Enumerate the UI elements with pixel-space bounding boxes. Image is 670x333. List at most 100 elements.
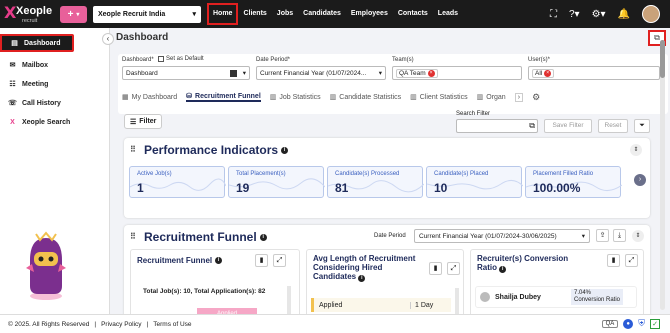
kpi-card-active-jobs[interactable]: Active Job(s) 1 xyxy=(129,166,226,198)
tab-my-dashboard[interactable]: ▦ My Dashboard xyxy=(122,93,178,102)
kpi-label: Placement Filled Ratio xyxy=(533,171,594,177)
expand-icon[interactable]: ⤢ xyxy=(447,262,460,275)
download-icon[interactable]: ⤓ xyxy=(613,229,626,242)
team-chip[interactable]: QA Team × xyxy=(396,68,438,78)
bar-chart-icon[interactable]: ▮ xyxy=(429,262,442,275)
collapse-icon[interactable]: ⇕ xyxy=(630,144,642,156)
kpi-value: 81 xyxy=(335,181,349,195)
kpi-value: 10 xyxy=(434,181,448,195)
open-icon[interactable]: ⧉ xyxy=(529,121,535,131)
nav-contacts[interactable]: Contacts xyxy=(393,3,433,25)
nav-candidates[interactable]: Candidates xyxy=(298,3,346,25)
tab-label: My Dashboard xyxy=(131,93,178,101)
expand-icon[interactable]: ⤢ xyxy=(625,254,638,267)
expand-icon[interactable]: ⤢ xyxy=(273,254,286,267)
bell-icon[interactable]: 🔔 xyxy=(618,9,630,20)
drag-handle-icon[interactable]: ⠿ xyxy=(130,232,136,241)
search-filter-input[interactable]: ⧉ xyxy=(456,119,538,133)
dashboard-select[interactable]: Dashboard ▾ xyxy=(122,66,250,80)
kpi-card-candidates-processed[interactable]: Candidate(s) Processed 81 xyxy=(327,166,424,198)
tab-job-statistics[interactable]: ▥ Job Statistics xyxy=(270,93,321,102)
sidebar-item-mailbox[interactable]: ✉ Mailbox xyxy=(0,56,109,74)
panel-title: Avg Length of Recruitment Considering Hi… xyxy=(313,254,425,282)
terms-link[interactable]: Terms of Use xyxy=(153,321,191,328)
tab-recruitment-funnel[interactable]: ⛁ Recruitment Funnel xyxy=(186,92,261,102)
users-select[interactable]: All × xyxy=(528,66,660,80)
save-filter-button[interactable]: Save Filter xyxy=(544,119,592,133)
footer: © 2025. All Rights Reserved | Privacy Po… xyxy=(0,314,670,333)
chevron-down-icon: ▾ xyxy=(242,70,246,77)
panel-title: Recruitment Funnel i xyxy=(137,256,223,265)
check-icon[interactable]: ✓ xyxy=(650,318,660,329)
kpi-value: 19 xyxy=(236,181,250,195)
date-period-select[interactable]: Current Financial Year (01/07/2024-30/06… xyxy=(414,229,590,243)
sidebar-item-xeople-search[interactable]: X Xeople Search xyxy=(0,113,109,131)
set-default-checkbox[interactable]: Set as Default xyxy=(158,56,204,62)
upload-icon[interactable]: ⇪ xyxy=(596,229,609,242)
performance-indicators-section: ⠿ Performance Indicators i ⇕ Active Job(… xyxy=(124,138,650,218)
footer-status: QA ● ⛨ ✓ xyxy=(601,318,660,329)
kpi-label: Total Placement(s) xyxy=(236,171,286,177)
info-icon[interactable]: i xyxy=(358,275,366,282)
sidebar-item-label: Meeting xyxy=(22,80,49,88)
next-arrow-icon[interactable]: › xyxy=(634,174,646,186)
gear-icon[interactable]: ⚙ xyxy=(532,92,540,103)
sidebar-item-label: Dashboard xyxy=(24,39,61,47)
info-icon[interactable]: i xyxy=(499,266,507,273)
user-status-icon[interactable]: ● xyxy=(623,318,634,329)
panel-title: Recruiter(s) Conversion Ratio i xyxy=(477,254,587,273)
list-item[interactable]: Shailja Dubey 7.04% Conversion Ratio xyxy=(475,286,637,308)
reset-button[interactable]: Reset xyxy=(598,119,628,133)
drag-handle-icon[interactable]: ⠿ xyxy=(130,145,136,154)
help-icon[interactable]: ?▾ xyxy=(569,9,580,20)
kpi-card-placement-filled-ratio[interactable]: Placement Filled Ratio 100.00% xyxy=(525,166,622,198)
page-scrollbar[interactable] xyxy=(660,40,665,310)
remove-icon[interactable]: × xyxy=(544,69,552,77)
scrollbar-thumb[interactable] xyxy=(660,40,665,78)
sidebar-item-call-history[interactable]: ☏ Call History xyxy=(0,94,109,112)
sidebar-item-meeting[interactable]: ☷ Meeting xyxy=(0,75,109,93)
mascot-illustration xyxy=(26,231,66,300)
team-select[interactable]: QA Team × xyxy=(392,66,522,80)
kpi-card-total-placements[interactable]: Total Placement(s) 19 xyxy=(228,166,325,198)
nav-home[interactable]: Home xyxy=(207,3,239,25)
section-title-text: Performance Indicators xyxy=(144,143,279,157)
tabs-scroll-right-icon[interactable]: › xyxy=(514,92,524,102)
plus-icon: + xyxy=(67,8,74,20)
date-period-label: Date Period xyxy=(374,233,406,239)
info-icon[interactable]: i xyxy=(281,146,289,154)
tab-organization[interactable]: ▥ Organ xyxy=(477,93,506,102)
fullscreen-icon[interactable]: ⛶ xyxy=(550,9,557,20)
settings-icon[interactable]: ⚙▾ xyxy=(592,9,606,20)
bar-chart-icon[interactable]: ▮ xyxy=(607,254,620,267)
checkbox-icon xyxy=(158,56,164,62)
tab-client-statistics[interactable]: ▥ Client Statistics xyxy=(410,93,467,102)
dashboard-icon: ▤ xyxy=(11,40,18,47)
avatar[interactable] xyxy=(642,5,660,23)
users-chip[interactable]: All × xyxy=(532,68,555,78)
sidebar-item-label: Mailbox xyxy=(22,61,49,69)
nav-employees[interactable]: Employees xyxy=(346,3,393,25)
collapse-icon[interactable]: ⇕ xyxy=(632,230,644,242)
remove-icon[interactable]: × xyxy=(427,69,435,77)
tab-candidate-statistics[interactable]: ▥ Candidate Statistics xyxy=(330,93,402,102)
kpi-card-candidates-placed[interactable]: Candidate(s) Placed 10 xyxy=(426,166,523,198)
sidebar-item-dashboard[interactable]: ▤ Dashboard xyxy=(0,34,74,52)
brand-logo[interactable]: X Xeople recruit xyxy=(4,0,56,28)
shield-icon[interactable]: ⛨ xyxy=(638,318,645,329)
bar-chart-icon[interactable]: ▮ xyxy=(255,254,268,267)
nav-leads[interactable]: Leads xyxy=(433,3,463,25)
funnel-icon[interactable]: ⏷ xyxy=(634,119,650,133)
nav-clients[interactable]: Clients xyxy=(238,3,271,25)
funnel-summary: Total Job(s): 10, Total Application(s): … xyxy=(143,288,266,295)
info-icon[interactable]: i xyxy=(259,233,267,241)
privacy-policy-link[interactable]: Privacy Policy xyxy=(101,321,141,328)
info-icon[interactable]: i xyxy=(215,257,223,264)
nav-jobs[interactable]: Jobs xyxy=(272,3,298,25)
date-period-select[interactable]: Current Financial Year (01/07/2024... ▾ xyxy=(256,66,386,80)
quick-add-button[interactable]: + ▾ xyxy=(60,5,87,23)
conversion-badge: 7.04% Conversion Ratio xyxy=(571,289,624,305)
filter-button[interactable]: ☰ Filter xyxy=(124,114,163,129)
team-chip-label: QA Team xyxy=(399,69,426,77)
tenant-select[interactable]: Xeople Recruit India ▾ xyxy=(93,5,201,23)
